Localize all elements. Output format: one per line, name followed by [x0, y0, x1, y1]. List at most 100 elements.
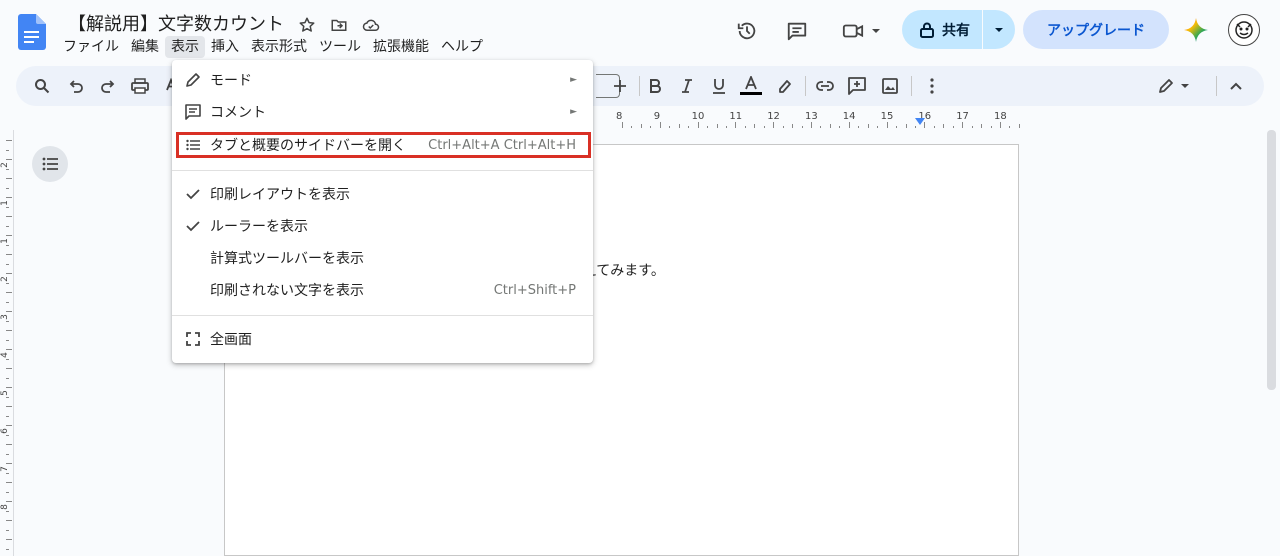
ruler-tick — [952, 126, 954, 128]
vertical-ruler-tick — [6, 206, 9, 208]
menu-file[interactable]: ファイル — [57, 36, 125, 58]
vertical-ruler-tick — [6, 216, 12, 217]
upgrade-button[interactable]: アップグレード — [1023, 10, 1169, 49]
comments-icon[interactable] — [784, 18, 810, 44]
link-icon[interactable] — [811, 72, 839, 100]
vertical-ruler-tick — [6, 529, 9, 531]
vertical-ruler-tick — [6, 311, 12, 312]
menu-item-fullscreen[interactable]: 全画面 — [172, 325, 593, 353]
edit-mode-icon[interactable] — [1154, 72, 1194, 100]
ruler-tick — [848, 122, 850, 128]
ruler-tick — [782, 126, 784, 128]
ruler-tick — [707, 126, 709, 128]
gemini-icon[interactable] — [1183, 17, 1209, 43]
italic-icon[interactable] — [673, 72, 701, 100]
ruler-tick — [990, 126, 992, 128]
menu-view[interactable]: 表示 — [165, 36, 205, 58]
vertical-ruler-tick — [6, 482, 12, 483]
menu-edit[interactable]: 編集 — [125, 36, 165, 58]
menu-item-mode[interactable]: モード ► — [172, 66, 593, 94]
vertical-ruler-tick — [6, 273, 12, 274]
menu-item-comments[interactable]: コメント ► — [172, 98, 593, 126]
menu-item-show-ruler[interactable]: ルーラーを表示 — [172, 212, 593, 240]
ruler-tick — [763, 126, 765, 128]
document-text[interactable]: えてみます。 — [583, 260, 665, 280]
chevron-down-icon — [995, 27, 1003, 32]
version-history-icon[interactable] — [734, 18, 760, 44]
search-icon[interactable] — [28, 72, 56, 100]
ruler-tick — [697, 122, 699, 128]
menu-item-nonprinting-chars[interactable]: 印刷されない文字を表示 Ctrl+Shift+P — [172, 276, 593, 304]
ruler-tick — [1018, 124, 1020, 128]
cloud-saved-icon[interactable] — [360, 14, 382, 36]
menubar: ファイル 編集 表示 挿入 表示形式 ツール 拡張機能 ヘルプ — [57, 36, 489, 58]
menu-help[interactable]: ヘルプ — [435, 36, 489, 58]
menu-item-print-layout[interactable]: 印刷レイアウトを表示 — [172, 180, 593, 208]
star-icon[interactable] — [296, 14, 318, 36]
ruler-tick — [792, 124, 794, 128]
ruler-tick — [659, 122, 661, 128]
ruler-number: 17 — [956, 111, 969, 122]
avatar[interactable] — [1228, 14, 1260, 46]
more-icon[interactable] — [918, 72, 946, 100]
text-color-icon[interactable] — [737, 72, 765, 100]
menu-format[interactable]: 表示形式 — [245, 36, 313, 58]
vertical-ruler-tick — [6, 434, 9, 436]
vertical-ruler-tick — [6, 254, 12, 255]
ruler-number: 8 — [616, 111, 623, 122]
ruler-number: 15 — [880, 111, 894, 122]
vertical-ruler-number: 2 — [0, 276, 10, 282]
share-button[interactable]: 共有 — [902, 10, 982, 49]
ruler-tick — [678, 124, 680, 128]
undo-icon[interactable] — [62, 72, 90, 100]
vertical-ruler-number: 1 — [0, 200, 10, 206]
vertical-ruler-tick — [6, 349, 12, 350]
list-icon — [42, 157, 58, 171]
ruler-tick — [858, 126, 860, 128]
menu-item-equation-toolbar[interactable]: 計算式ツールバーを表示 — [172, 244, 593, 272]
google-docs-window: 【解説用】文字数カウント ファイル 編集 表示 挿入 表示形式 ツール 拡張機能… — [0, 0, 1280, 556]
vertical-ruler-tick — [6, 425, 12, 426]
ruler-tick — [981, 124, 983, 128]
check-icon — [184, 185, 202, 203]
collapse-icon[interactable] — [1222, 72, 1250, 100]
vertical-ruler-number: 6 — [0, 428, 10, 434]
ruler-tick — [735, 122, 737, 128]
ruler-tick — [905, 124, 907, 128]
meet-icon[interactable] — [838, 18, 884, 44]
vertical-ruler-tick — [6, 159, 12, 160]
share-dropdown-button[interactable] — [983, 10, 1015, 49]
print-icon[interactable] — [126, 72, 154, 100]
document-title[interactable]: 【解説用】文字数カウント — [68, 10, 284, 36]
vertical-ruler[interactable]: 2 1 1 2 3 4 5 6 7 8 — [0, 130, 14, 556]
underline-icon[interactable] — [705, 72, 733, 100]
vertical-ruler-tick — [6, 168, 9, 170]
vertical-ruler-tick — [6, 444, 12, 445]
docs-logo-icon[interactable] — [18, 14, 46, 50]
vertical-ruler-tick — [6, 491, 9, 493]
indent-marker[interactable] — [915, 118, 925, 125]
ruler-tick — [820, 126, 822, 128]
ruler-tick — [933, 126, 935, 128]
bold-icon[interactable] — [641, 72, 669, 100]
lock-icon — [920, 22, 934, 38]
menu-tools[interactable]: ツール — [313, 36, 367, 58]
menu-divider — [172, 315, 593, 316]
ruler-tick — [744, 126, 746, 128]
vertical-ruler-tick — [6, 292, 12, 293]
outline-toggle-button[interactable] — [32, 146, 68, 182]
highlight-icon[interactable] — [771, 72, 799, 100]
menu-insert[interactable]: 挿入 — [205, 36, 245, 58]
ruler-tick — [1009, 126, 1011, 128]
fullscreen-icon — [184, 330, 202, 348]
add-comment-icon[interactable] — [843, 72, 871, 100]
ruler-tick — [867, 124, 869, 128]
menu-extensions[interactable]: 拡張機能 — [367, 36, 435, 58]
scrollbar[interactable] — [1267, 130, 1276, 390]
vertical-ruler-tick — [6, 244, 9, 246]
insert-image-icon[interactable] — [876, 72, 904, 100]
move-folder-icon[interactable] — [328, 14, 350, 36]
ruler-tick — [886, 122, 888, 128]
redo-icon[interactable] — [94, 72, 122, 100]
increase-font-icon[interactable] — [606, 72, 634, 100]
